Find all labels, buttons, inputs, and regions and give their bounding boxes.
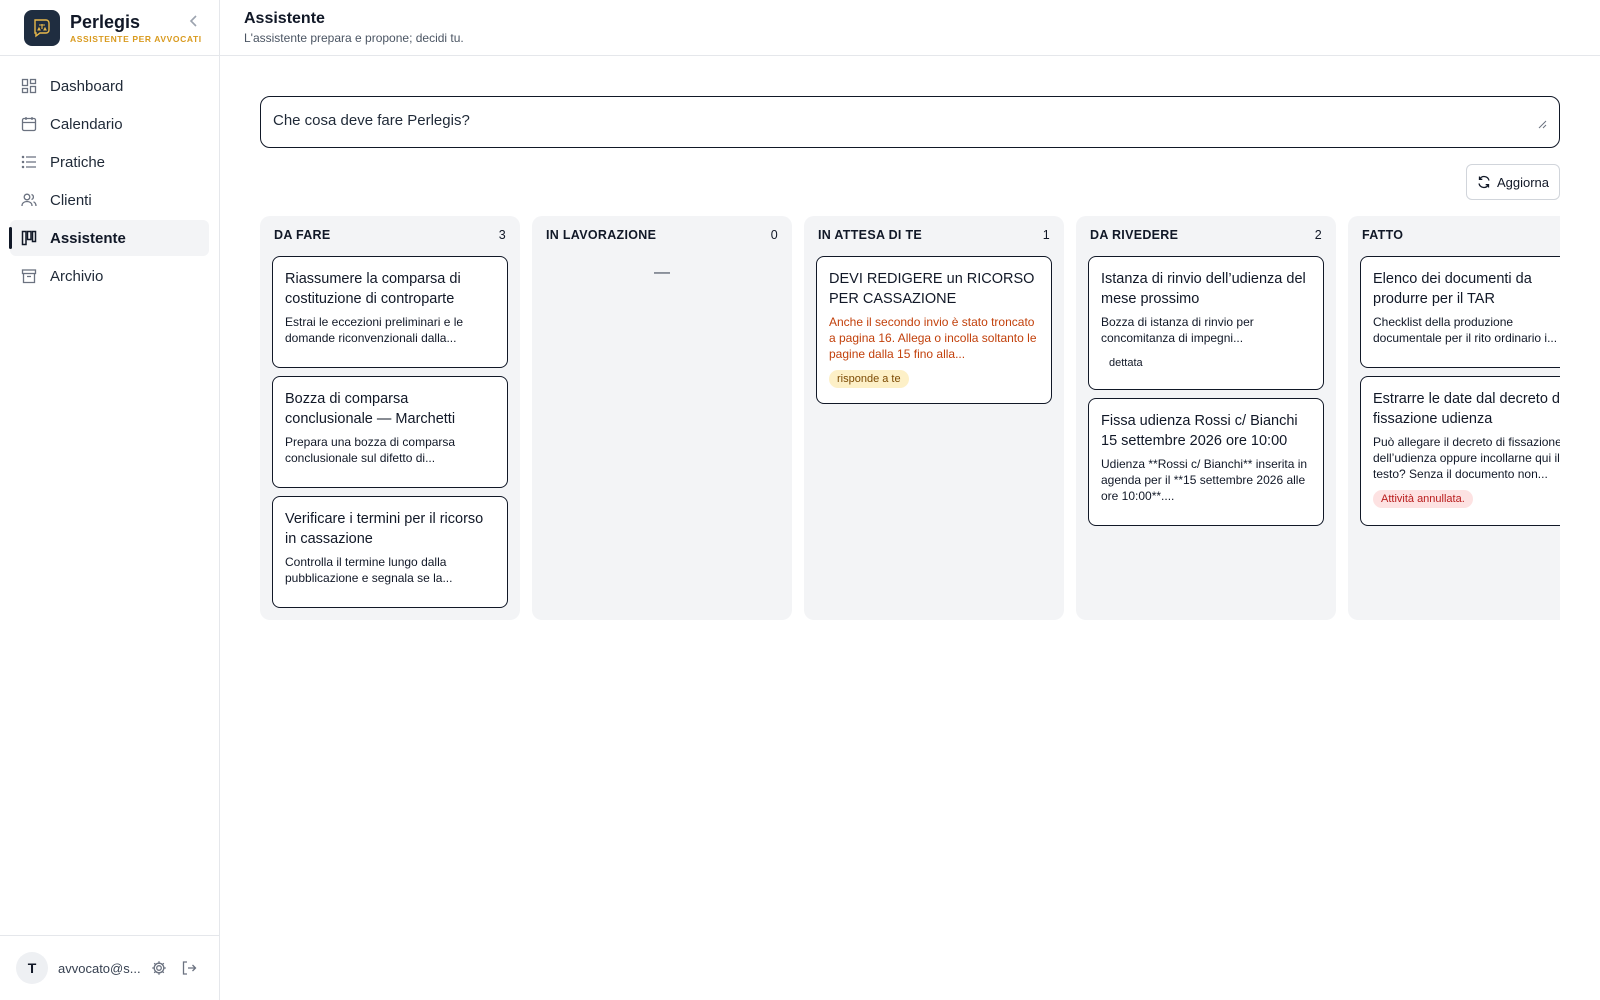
sidebar-item-calendario[interactable]: Calendario xyxy=(10,106,209,142)
column-count: 3 xyxy=(498,228,506,242)
status-badge: risponde a te xyxy=(829,370,909,388)
card-title: Bozza di comparsa conclusionale — Marche… xyxy=(285,391,456,427)
sidebar-nav: Dashboard Calendario Pratiche Clienti As… xyxy=(0,56,219,294)
card-title: DEVI REDIGERE un RICORSO PER CASSAZIONE xyxy=(829,271,1035,307)
archive-icon xyxy=(20,267,38,285)
task-card[interactable]: Verificare i termini per il ricorso in c… xyxy=(272,496,508,608)
status-badge: dettata xyxy=(1109,357,1143,369)
refresh-button[interactable]: Aggiorna xyxy=(1466,164,1560,200)
task-card[interactable]: Estrarre le date dal decreto di fissazio… xyxy=(1360,376,1560,526)
refresh-icon xyxy=(1477,175,1491,189)
task-card[interactable]: Bozza di comparsa conclusionale — Marche… xyxy=(272,376,508,488)
logout-icon[interactable] xyxy=(178,957,200,979)
card-title: Elenco dei documenti da produrre per il … xyxy=(1373,271,1532,307)
column-da-rivedere: DA RIVEDERE 2 Istanza di rinvio dell’udi… xyxy=(1076,216,1336,620)
sidebar-item-assistente[interactable]: Assistente xyxy=(9,220,209,256)
task-card[interactable]: Fissa udienza Rossi c/ Bianchi 15 settem… xyxy=(1088,398,1324,526)
column-da-fare: DA FARE 3 Riassumere la comparsa di cost… xyxy=(260,216,520,620)
sidebar-item-archivio[interactable]: Archivio xyxy=(10,258,209,294)
kanban-icon xyxy=(20,229,38,247)
page-header: Assistente L'assistente prepara e propon… xyxy=(220,0,1600,56)
brand: Perlegis ASSISTENTE PER AVVOCATI xyxy=(0,0,219,56)
users-icon xyxy=(20,191,38,209)
column-fatto: FATTO Elenco dei documenti da produrre p… xyxy=(1348,216,1560,620)
card-title: Riassumere la comparsa di costituzione d… xyxy=(285,271,461,307)
sidebar-item-pratiche[interactable]: Pratiche xyxy=(10,144,209,180)
card-description: Controlla il termine lungo dalla pubblic… xyxy=(285,555,453,585)
column-in-lavorazione: IN LAVORAZIONE 0 — xyxy=(532,216,792,620)
card-title: Verificare i termini per il ricorso in c… xyxy=(285,511,484,547)
user-email: avvocato@s... xyxy=(58,960,140,976)
card-description: Checklist della produzione documentale p… xyxy=(1373,315,1558,345)
dashboard-icon xyxy=(20,77,38,95)
column-title: DA RIVEDERE xyxy=(1090,228,1179,242)
calendar-icon xyxy=(20,115,38,133)
card-description: Estrai le eccezioni preliminari e le dom… xyxy=(285,315,464,345)
card-description: Anche il secondo invio è stato troncato … xyxy=(829,315,1037,361)
column-title: IN ATTESA DI TE xyxy=(818,228,923,242)
sidebar-item-clienti[interactable]: Clienti xyxy=(10,182,209,218)
card-description: Bozza di istanza di rinvio per concomita… xyxy=(1101,315,1254,345)
sidebar-item-label: Archivio xyxy=(50,267,104,285)
sidebar-item-label: Dashboard xyxy=(50,77,124,95)
avatar[interactable]: T xyxy=(16,952,48,984)
column-count: 0 xyxy=(770,228,778,242)
kanban-board: DA FARE 3 Riassumere la comparsa di cost… xyxy=(260,216,1560,620)
column-in-attesa-di-te: IN ATTESA DI TE 1 DEVI REDIGERE un RICOR… xyxy=(804,216,1064,620)
empty-placeholder: — xyxy=(654,264,670,281)
page-subtitle: L'assistente prepara e propone; decidi t… xyxy=(244,31,464,45)
status-badge: Attività annullata. xyxy=(1373,490,1473,508)
column-count: 1 xyxy=(1042,228,1050,242)
card-title: Fissa udienza Rossi c/ Bianchi 15 settem… xyxy=(1101,413,1298,449)
card-title: Estrarre le date dal decreto di fissazio… xyxy=(1373,391,1560,427)
refresh-label: Aggiorna xyxy=(1496,174,1550,190)
sidebar-item-label: Calendario xyxy=(50,115,123,133)
sidebar: Perlegis ASSISTENTE PER AVVOCATI Dashboa… xyxy=(0,0,220,1000)
card-description: Prepara una bozza di comparsa conclusion… xyxy=(285,435,456,465)
task-card[interactable]: Riassumere la comparsa di costituzione d… xyxy=(272,256,508,368)
brand-name: Perlegis xyxy=(70,11,141,32)
list-icon xyxy=(20,153,38,171)
settings-gear-icon[interactable] xyxy=(148,957,170,979)
sidebar-item-dashboard[interactable]: Dashboard xyxy=(10,68,209,104)
column-title: DA FARE xyxy=(274,228,331,242)
task-prompt-input[interactable]: Che cosa deve fare Perlegis? xyxy=(260,96,1560,148)
resize-handle-icon[interactable] xyxy=(1538,120,1547,129)
prompt-placeholder: Che cosa deve fare Perlegis? xyxy=(273,112,470,129)
card-description: Udienza **Rossi c/ Bianchi** inserita in… xyxy=(1101,457,1308,503)
card-title: Istanza di rinvio dell’udienza del mese … xyxy=(1101,271,1306,307)
column-count: 2 xyxy=(1314,228,1322,242)
card-description: Può allegare il decreto di fissazione de… xyxy=(1373,435,1560,481)
user-panel: T avvocato@s... xyxy=(0,935,219,1000)
task-card[interactable]: Elenco dei documenti da produrre per il … xyxy=(1360,256,1560,368)
task-card[interactable]: DEVI REDIGERE un RICORSO PER CASSAZIONE … xyxy=(816,256,1052,404)
page-title: Assistente xyxy=(244,10,325,27)
sidebar-item-label: Assistente xyxy=(50,229,126,247)
task-card[interactable]: Istanza di rinvio dell’udienza del mese … xyxy=(1088,256,1324,390)
brand-subtitle: ASSISTENTE PER AVVOCATI xyxy=(70,33,202,44)
column-title: FATTO xyxy=(1362,228,1404,242)
sidebar-item-label: Pratiche xyxy=(50,153,106,171)
column-title: IN LAVORAZIONE xyxy=(546,228,657,242)
sidebar-item-label: Clienti xyxy=(50,191,92,209)
collapse-sidebar-icon[interactable] xyxy=(185,12,203,30)
logo[interactable] xyxy=(24,9,60,46)
